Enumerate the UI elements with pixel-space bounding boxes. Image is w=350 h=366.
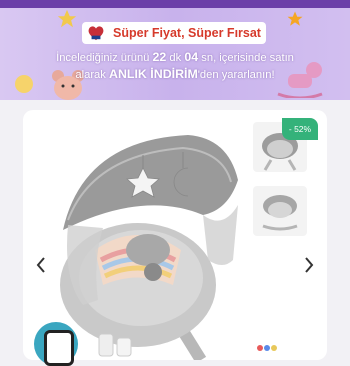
promo-banner: Süper Fiyat, Süper Fırsat İncelediğiniz …: [0, 0, 350, 100]
promo-text: dk: [166, 52, 185, 64]
discount-badge: - 52%: [282, 118, 318, 140]
star-decoration-icon: [287, 11, 303, 26]
banner-shelf: [0, 0, 350, 8]
chevron-right-icon[interactable]: [301, 255, 317, 275]
promo-text: 'den yararlanın!: [197, 69, 275, 81]
product-gallery-card: [23, 110, 327, 360]
swing-thumbnail-image: [262, 195, 298, 231]
star-decoration-icon: [57, 9, 77, 28]
accessory-icon: [98, 333, 132, 357]
promo-message-line2: alarak ANLIK İNDİRİM'den yararlanın!: [20, 68, 330, 82]
promo-message-line1: İncelediğiniz ürünü 22 dk 04 sn, içerisi…: [20, 51, 330, 65]
product-thumbnail[interactable]: [253, 186, 307, 236]
promo-title: Süper Fiyat, Süper Fırsat: [113, 26, 261, 40]
promo-text: İncelediğiniz ürünü: [56, 52, 153, 64]
remote-control-icon: [257, 345, 277, 351]
countdown-minutes: 22: [152, 50, 167, 64]
chevron-left-icon[interactable]: [33, 255, 49, 275]
promo-text: sn, içerisinde satın: [198, 52, 294, 64]
product-feature-icon[interactable]: [34, 322, 78, 366]
countdown-seconds: 04: [184, 50, 199, 64]
promo-title-pill: Süper Fiyat, Süper Fırsat: [82, 22, 266, 44]
device-icon: [44, 330, 74, 366]
heart-logo-icon: [88, 26, 104, 41]
instant-discount-label: ANLIK İNDİRİM: [109, 67, 198, 81]
promo-text: alarak: [75, 69, 109, 81]
